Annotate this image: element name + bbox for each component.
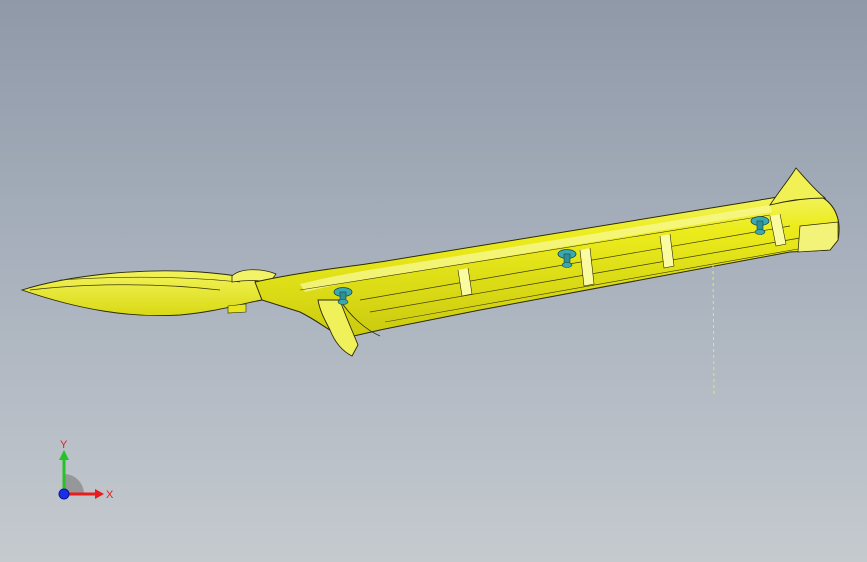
orientation-triad[interactable]: Y X [40, 436, 130, 516]
graphics-viewport[interactable]: Y X [0, 0, 867, 562]
reference-axis-line [712, 264, 715, 395]
triad-y-arrowhead [59, 450, 69, 460]
triad-x-label: X [106, 489, 114, 501]
trim-blade-left[interactable] [20, 270, 263, 317]
triad-y-label: Y [60, 439, 68, 451]
model-view[interactable] [0, 0, 867, 562]
triad-x-arrowhead [95, 489, 104, 499]
sill-trim-part[interactable] [20, 167, 840, 357]
trim-rear-end [797, 221, 839, 253]
triad-z-axis-dot [58, 488, 70, 500]
